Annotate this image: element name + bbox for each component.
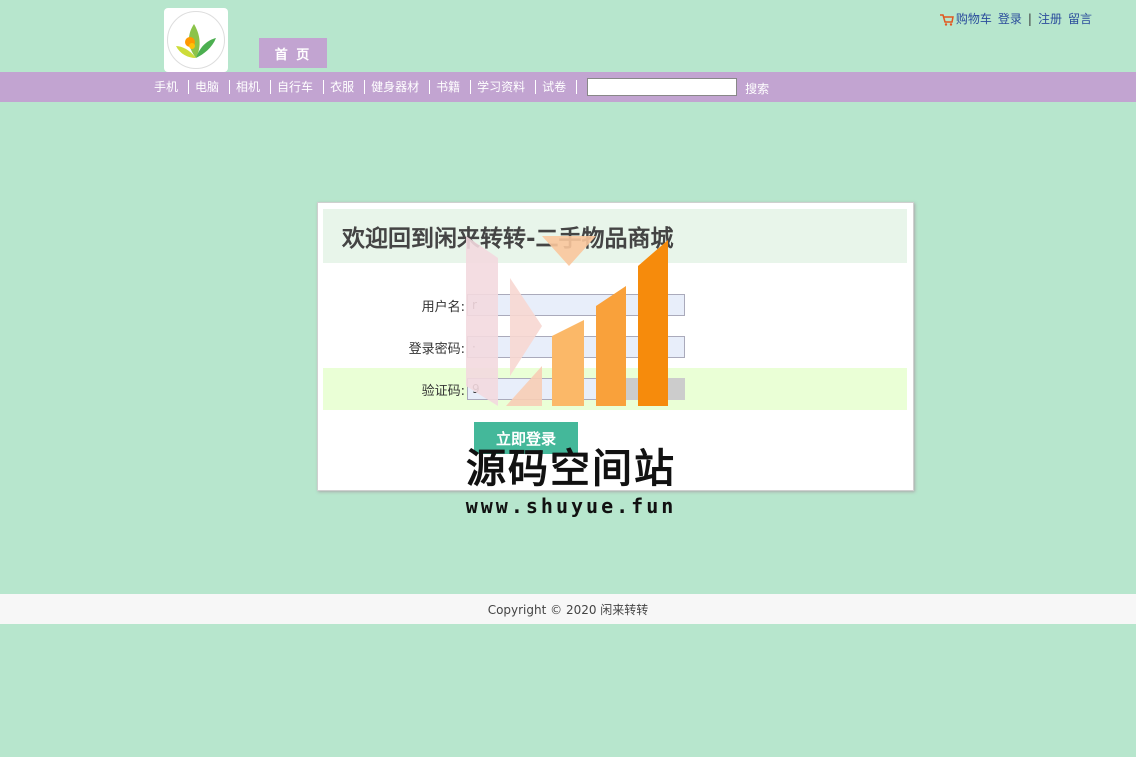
login-link[interactable]: 登录: [998, 10, 1022, 27]
username-label: 用户名:: [421, 299, 465, 315]
category-list: 手机 电脑 相机 自行车 衣服 健身器材 书籍 学习资料 试卷 搜索: [148, 72, 769, 102]
password-label: 登录密码:: [408, 341, 465, 357]
site-logo[interactable]: [164, 8, 228, 72]
nav-item-3[interactable]: 自行车: [271, 80, 325, 94]
search-button[interactable]: 搜索: [745, 77, 769, 97]
category-navbar: 手机 电脑 相机 自行车 衣服 健身器材 书籍 学习资料 试卷 搜索: [0, 72, 1136, 102]
nav-item-1[interactable]: 电脑: [189, 80, 231, 94]
password-row: 登录密码: ·: [323, 326, 907, 368]
login-header: 欢迎回到闲来转转-二手物品商城: [323, 209, 907, 263]
nav-item-7[interactable]: 学习资料: [471, 80, 537, 94]
top-links: 购物车 登录 | 注册 留言: [939, 10, 1092, 27]
footer: Copyright © 2020 闲来转转: [0, 594, 1136, 624]
nav-item-8[interactable]: 试卷: [536, 80, 578, 94]
password-input[interactable]: ·: [467, 336, 685, 358]
nav-item-6[interactable]: 书籍: [430, 80, 472, 94]
captcha-label: 验证码:: [421, 383, 465, 399]
cart-icon: [939, 13, 954, 26]
register-link[interactable]: 注册: [1038, 10, 1062, 27]
login-title: 欢迎回到闲来转转-二手物品商城: [342, 226, 674, 252]
link-separator: |: [1027, 11, 1032, 26]
watermark-url: www.shuyue.fun: [465, 494, 677, 518]
home-tab[interactable]: 首 页: [259, 38, 327, 68]
username-input[interactable]: r: [467, 294, 685, 316]
copyright-text: Copyright © 2020 闲来转转: [487, 602, 649, 617]
nav-item-4[interactable]: 衣服: [324, 80, 366, 94]
nav-item-5[interactable]: 健身器材: [365, 80, 431, 94]
login-panel: 欢迎回到闲来转转-二手物品商城 用户名: r 登录密码: · 验证码: 9 6 …: [317, 202, 914, 491]
captcha-image[interactable]: 6: [625, 378, 685, 400]
captcha-row: 验证码: 9 6: [323, 368, 907, 410]
username-row: 用户名: r: [323, 284, 907, 326]
nav-item-0[interactable]: 手机: [148, 80, 190, 94]
login-submit-button[interactable]: 立即登录: [474, 422, 578, 454]
cart-link[interactable]: 购物车: [939, 10, 992, 27]
search-input[interactable]: [587, 78, 738, 96]
message-link[interactable]: 留言: [1068, 10, 1092, 27]
leaf-logo-icon: [167, 11, 225, 69]
captcha-input[interactable]: 9: [467, 378, 617, 400]
nav-item-2[interactable]: 相机: [230, 80, 272, 94]
